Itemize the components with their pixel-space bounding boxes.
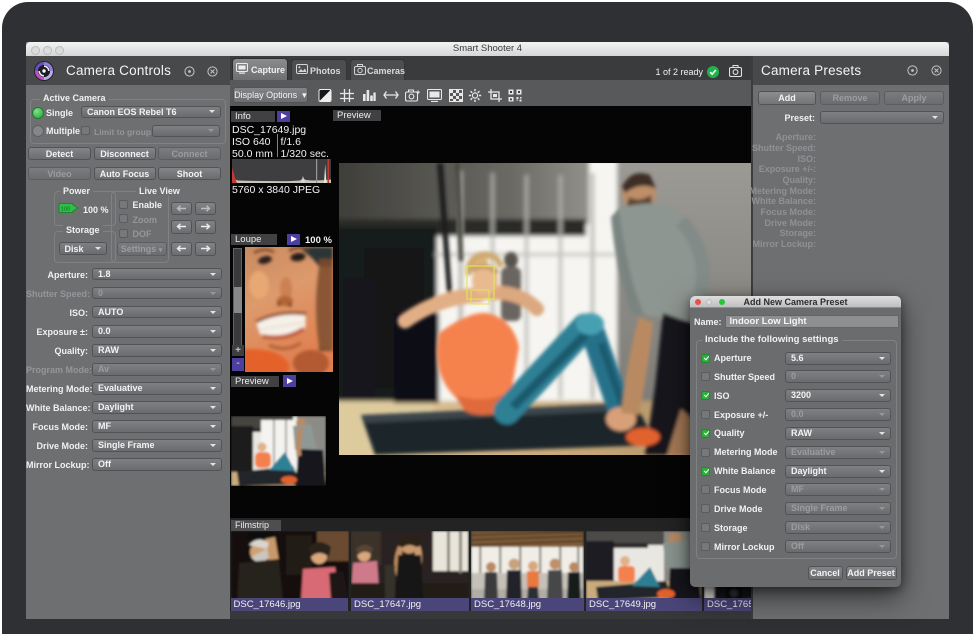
svg-text:100: 100 [61,206,70,212]
